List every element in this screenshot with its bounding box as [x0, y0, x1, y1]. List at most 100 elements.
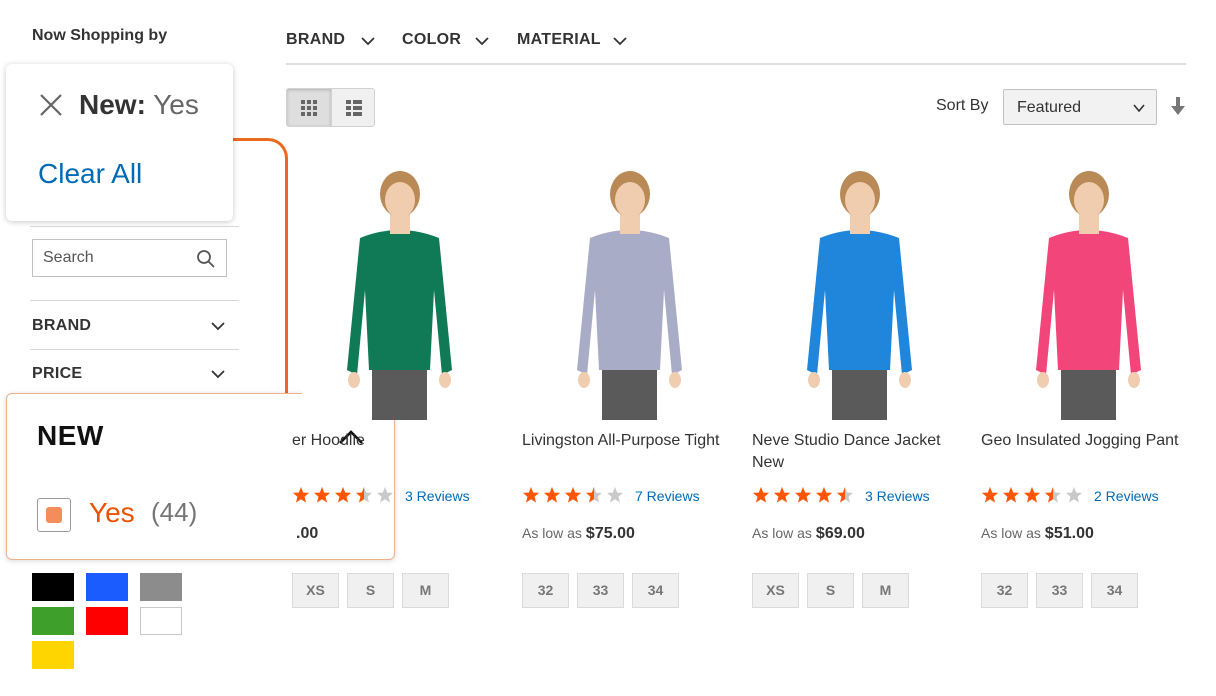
product-image[interactable]	[762, 170, 957, 420]
filter-search-input[interactable]	[33, 240, 193, 276]
product-name[interactable]: Neve Studio Dance Jacket New	[752, 430, 962, 474]
color-swatch[interactable]	[32, 573, 74, 601]
star-icon	[586, 487, 602, 503]
active-filter-name: New:	[79, 89, 146, 120]
size-option[interactable]: 32	[522, 573, 569, 608]
size-option[interactable]: 34	[632, 573, 679, 608]
search-icon[interactable]	[196, 249, 216, 269]
sort-direction-arrow-icon[interactable]	[1169, 96, 1187, 116]
color-swatch[interactable]	[140, 607, 182, 635]
active-filter-card: New: Yes Clear All	[6, 64, 233, 221]
sort-select[interactable]: Featured	[1003, 89, 1157, 125]
product-photo[interactable]	[302, 170, 497, 420]
top-filter-brand[interactable]: BRAND	[286, 28, 378, 54]
star-icon	[753, 487, 769, 503]
top-filter-label: COLOR	[402, 31, 462, 48]
sidebar-filter-brand[interactable]: BRAND	[32, 310, 228, 340]
product-card: Geo Insulated Jogging Pant 2 Reviews As l…	[981, 170, 1196, 620]
view-mode-switcher	[286, 88, 375, 127]
product-card: er Hoodlie 3 Reviews .00 XS S M	[292, 170, 507, 620]
product-photo[interactable]	[991, 170, 1186, 420]
filter-search-box	[32, 239, 227, 277]
size-option[interactable]: M	[402, 573, 449, 608]
product-image[interactable]	[991, 170, 1186, 420]
top-filter-label: BRAND	[286, 31, 346, 48]
star-icon	[293, 487, 309, 503]
rating-stars	[753, 487, 853, 503]
product-card: Livingston All-Purpose Tight 7 Reviews As…	[522, 170, 737, 620]
size-option[interactable]: S	[347, 573, 394, 608]
reviews-link[interactable]: 7 Reviews	[635, 488, 700, 504]
price-line: As low as $51.00	[981, 525, 1094, 543]
rating-stars	[523, 487, 623, 503]
reviews-link[interactable]: 3 Reviews	[865, 488, 930, 504]
color-swatch[interactable]	[140, 573, 182, 601]
chevron-down-icon	[613, 37, 627, 46]
price: .00	[296, 525, 319, 542]
top-filter-material[interactable]: MATERIAL	[517, 28, 632, 54]
product-name[interactable]: Livingston All-Purpose Tight	[522, 430, 732, 452]
product-image[interactable]	[302, 170, 497, 420]
star-icon	[1024, 487, 1040, 503]
star-icon	[356, 487, 372, 503]
product-photo[interactable]	[762, 170, 957, 420]
product-image[interactable]	[532, 170, 727, 420]
reviews-link[interactable]: 2 Reviews	[1094, 488, 1159, 504]
star-icon	[837, 487, 853, 503]
color-swatch[interactable]	[86, 573, 128, 601]
active-filter-label: New: Yes	[79, 89, 199, 121]
price-line: As low as $69.00	[752, 525, 865, 543]
size-option[interactable]: XS	[292, 573, 339, 608]
star-icon	[314, 487, 330, 503]
size-option[interactable]: XS	[752, 573, 799, 608]
top-filter-label: MATERIAL	[517, 31, 601, 48]
checkbox[interactable]	[37, 498, 71, 532]
reviews-link[interactable]: 3 Reviews	[405, 488, 470, 504]
rating-stars	[293, 487, 393, 503]
option-count: (44)	[151, 497, 198, 527]
price: $51.00	[1044, 525, 1094, 542]
sidebar-filter-label: PRICE	[32, 365, 83, 382]
chevron-down-icon	[1133, 104, 1145, 113]
price: $75.00	[585, 525, 635, 542]
star-icon	[607, 487, 623, 503]
checkbox-check	[46, 507, 62, 523]
divider	[30, 349, 239, 350]
star-icon	[1066, 487, 1082, 503]
sort-select-value: Featured	[1017, 99, 1082, 116]
chevron-down-icon	[211, 370, 225, 379]
color-swatch[interactable]	[32, 641, 74, 669]
new-filter-option-yes[interactable]: Yes (44)	[37, 496, 237, 532]
remove-filter-button[interactable]	[36, 90, 66, 120]
star-icon	[795, 487, 811, 503]
clear-all-link[interactable]: Clear All	[38, 158, 142, 190]
now-shopping-title: Now Shopping by	[32, 27, 168, 44]
color-swatch[interactable]	[32, 607, 74, 635]
star-icon	[377, 487, 393, 503]
top-filter-color[interactable]: COLOR	[402, 28, 494, 54]
size-option[interactable]: S	[807, 573, 854, 608]
size-option[interactable]: 33	[577, 573, 624, 608]
price-prefix: As low as	[981, 525, 1041, 541]
product-name[interactable]: Geo Insulated Jogging Pant	[981, 430, 1191, 452]
chevron-down-icon	[211, 322, 225, 331]
price: $69.00	[815, 525, 865, 542]
size-option[interactable]: M	[862, 573, 909, 608]
product-photo[interactable]	[532, 170, 727, 420]
product-name[interactable]: er Hoodlie	[292, 430, 502, 452]
size-option[interactable]: 33	[1036, 573, 1083, 608]
size-option[interactable]: 34	[1091, 573, 1138, 608]
color-swatch[interactable]	[86, 607, 128, 635]
star-icon	[565, 487, 581, 503]
divider	[30, 226, 239, 227]
grid-view-button[interactable]	[287, 89, 331, 126]
chevron-down-icon	[361, 37, 375, 46]
size-option[interactable]: 32	[981, 573, 1028, 608]
star-icon	[523, 487, 539, 503]
list-view-button[interactable]	[331, 89, 374, 126]
star-icon	[1003, 487, 1019, 503]
list-icon	[346, 100, 362, 116]
sidebar-filter-price[interactable]: PRICE	[32, 358, 228, 388]
star-icon	[1045, 487, 1061, 503]
price-prefix: As low as	[522, 525, 582, 541]
